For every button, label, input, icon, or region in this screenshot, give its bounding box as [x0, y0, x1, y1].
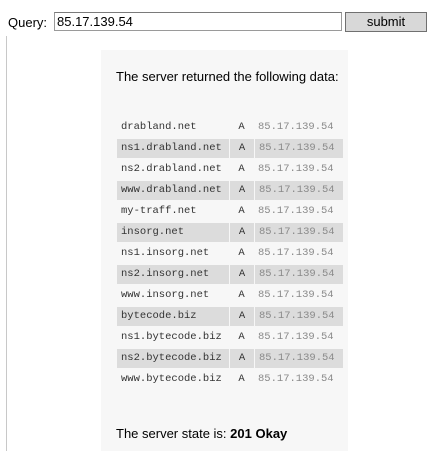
record-host: insorg.net — [117, 223, 229, 242]
record-host: drabland.net — [121, 121, 197, 133]
record-type: A — [229, 223, 254, 242]
record-host: ns2.insorg.net — [117, 265, 229, 284]
record-ip: 85.17.139.54 — [254, 265, 343, 284]
record-ip: 85.17.139.54 — [258, 289, 334, 301]
table-row: www.drabland.net A 85.17.139.54 — [117, 181, 343, 200]
record-ip: 85.17.139.54 — [258, 373, 334, 385]
record-host: www.bytecode.biz — [121, 373, 222, 385]
table-row: ns1.drabland.net A 85.17.139.54 — [117, 139, 343, 158]
record-host: ns1.drabland.net — [117, 139, 229, 158]
record-type: A — [238, 121, 245, 133]
record-host: ns1.bytecode.biz — [121, 331, 222, 343]
record-ip: 85.17.139.54 — [258, 331, 334, 343]
records-table: drabland.net A 85.17.139.54 ns1.drabland.ne… — [117, 118, 343, 391]
record-type: A — [229, 181, 254, 200]
frame-divider — [6, 36, 7, 451]
table-row: my-traff.net A 85.17.139.54 — [117, 202, 343, 221]
record-ip: 85.17.139.54 — [258, 121, 334, 133]
record-type: A — [238, 331, 245, 343]
record-type: A — [238, 247, 245, 259]
record-type: A — [229, 139, 254, 158]
table-row: insorg.net A 85.17.139.54 — [117, 223, 343, 242]
record-type: A — [229, 307, 254, 326]
server-state-value: 201 Okay — [230, 426, 288, 441]
result-heading: The server returned the following data: — [116, 69, 339, 84]
table-row: ns2.insorg.net A 85.17.139.54 — [117, 265, 343, 284]
table-row: ns2.bytecode.biz A 85.17.139.54 — [117, 349, 343, 368]
record-host: my-traff.net — [121, 205, 197, 217]
table-row: bytecode.biz A 85.17.139.54 — [117, 307, 343, 326]
table-row: ns1.bytecode.biz A 85.17.139.54 — [117, 328, 343, 347]
query-bar: Query: submit — [0, 0, 437, 46]
record-host: ns1.insorg.net — [121, 247, 210, 259]
record-type: A — [238, 373, 245, 385]
record-type: A — [238, 205, 245, 217]
record-host: ns2.drabland.net — [121, 163, 222, 175]
record-host: ns2.bytecode.biz — [117, 349, 229, 368]
record-host: bytecode.biz — [117, 307, 229, 326]
record-ip: 85.17.139.54 — [254, 349, 343, 368]
server-state-label: The server state is: — [116, 426, 227, 441]
table-row: ns2.drabland.net A 85.17.139.54 — [117, 160, 343, 179]
query-input[interactable] — [54, 12, 342, 31]
table-row: ns1.insorg.net A 85.17.139.54 — [117, 244, 343, 263]
table-row: drabland.net A 85.17.139.54 — [117, 118, 343, 137]
query-label: Query: — [8, 15, 48, 30]
record-ip: 85.17.139.54 — [254, 307, 343, 326]
result-panel: The server returned the following data: … — [101, 50, 348, 451]
table-row: www.insorg.net A 85.17.139.54 — [117, 286, 343, 305]
record-ip: 85.17.139.54 — [258, 205, 334, 217]
record-ip: 85.17.139.54 — [254, 181, 343, 200]
record-type: A — [229, 265, 254, 284]
record-ip: 85.17.139.54 — [254, 223, 343, 242]
record-host: www.drabland.net — [117, 181, 229, 200]
record-ip: 85.17.139.54 — [254, 139, 343, 158]
record-type: A — [238, 163, 245, 175]
server-state: The server state is: 201 Okay — [116, 426, 287, 442]
record-ip: 85.17.139.54 — [258, 247, 334, 259]
record-type: A — [238, 289, 245, 301]
table-row: www.bytecode.biz A 85.17.139.54 — [117, 370, 343, 389]
record-ip: 85.17.139.54 — [258, 163, 334, 175]
submit-button[interactable]: submit — [345, 12, 427, 32]
record-host: www.insorg.net — [121, 289, 210, 301]
record-type: A — [229, 349, 254, 368]
